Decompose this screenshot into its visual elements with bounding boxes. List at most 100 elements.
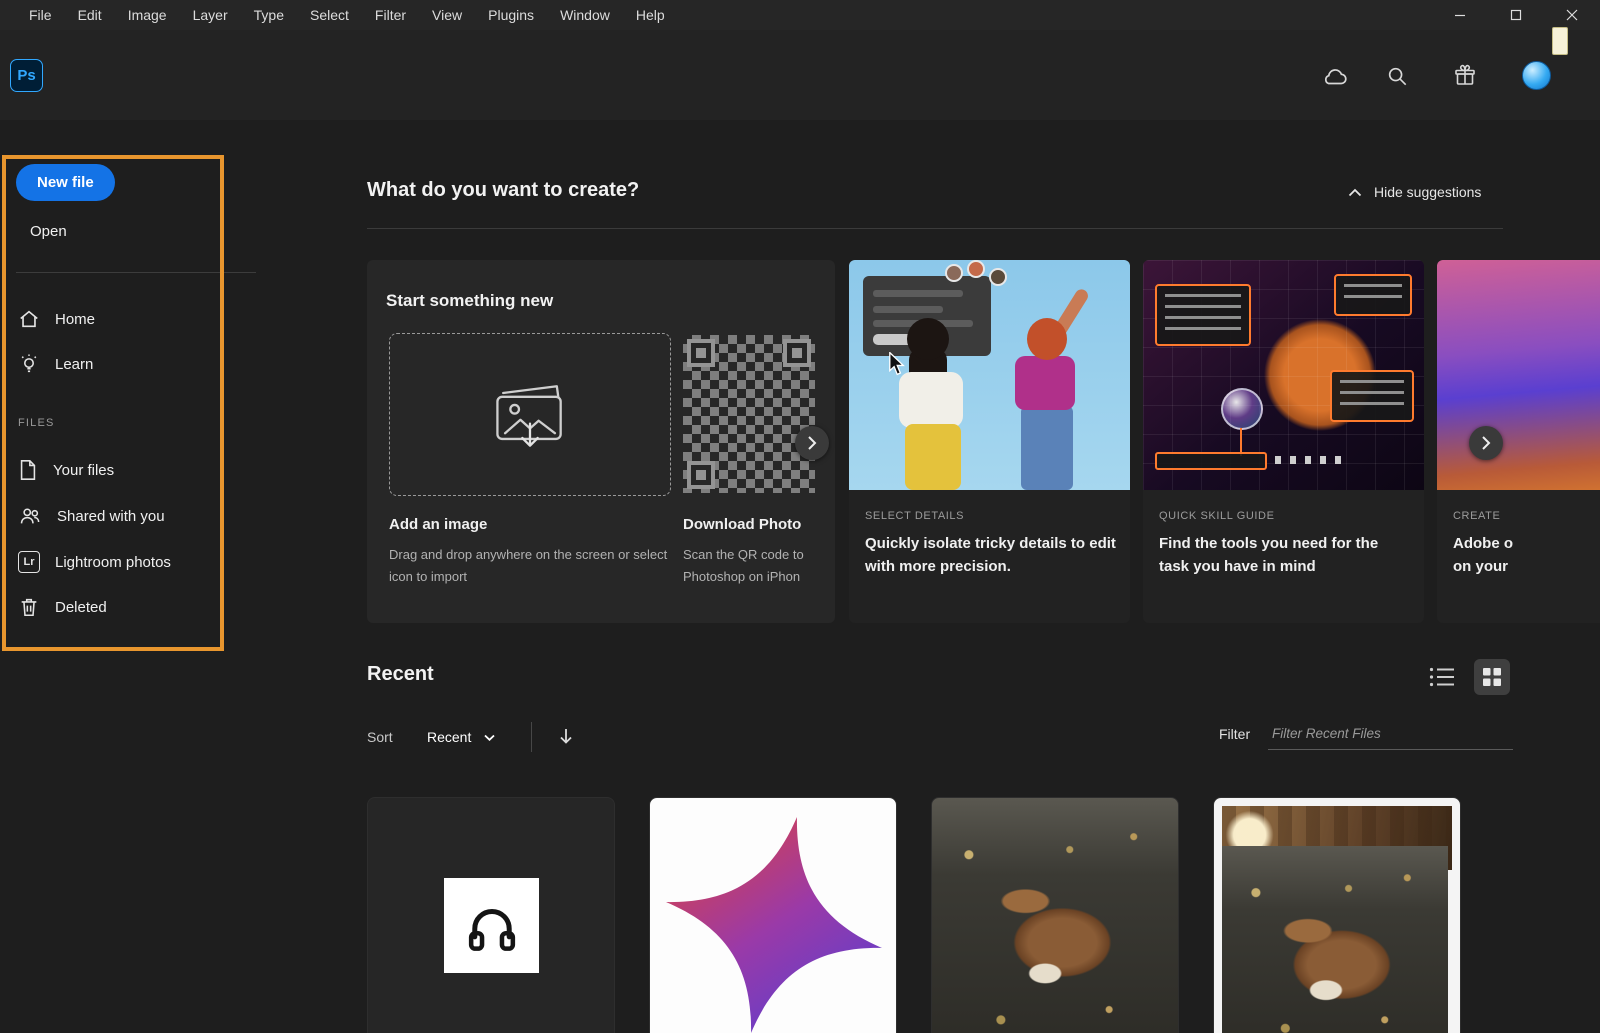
sort-label: Sort: [367, 729, 393, 745]
hide-suggestions-label: Hide suggestions: [1374, 184, 1481, 200]
file-icon: [18, 459, 38, 481]
menu-bar: File Edit Image Layer Type Select Filter…: [0, 0, 1600, 30]
files-section-label: FILES: [18, 417, 55, 429]
audio-thumbnail: [444, 878, 539, 973]
carousel-next-button-right[interactable]: [1469, 426, 1503, 460]
list-view-button[interactable]: [1429, 666, 1455, 690]
recent-file-tile-squirrel[interactable]: [931, 797, 1179, 1033]
open-button[interactable]: Open: [30, 223, 67, 240]
collage-squirrel-image: [1222, 846, 1448, 1033]
filter-recent-files-input[interactable]: [1268, 718, 1513, 750]
menu-plugins[interactable]: Plugins: [475, 0, 547, 30]
card-start-something-new: Start something new Add an image Drag an…: [367, 260, 835, 623]
gradient-star-thumbnail: [649, 797, 897, 1033]
sidebar-item-lightroom-photos[interactable]: Lr Lightroom photos: [18, 548, 171, 576]
download-desc-line2: Photoshop on iPhon: [683, 569, 800, 584]
card-eyebrow: SELECT DETAILS: [865, 510, 964, 522]
headphones-icon: [463, 897, 521, 955]
download-photoshop-description: Scan the QR code to Photoshop on iPhon: [683, 544, 833, 588]
add-image-description: Drag and drop anywhere on the screen or …: [389, 544, 681, 588]
qr-finder: [687, 461, 715, 489]
grid-icon: [1483, 668, 1501, 686]
recent-file-tile-star[interactable]: [649, 797, 897, 1033]
sidebar-item-label: Learn: [55, 356, 93, 373]
sort-value: Recent: [427, 729, 471, 745]
card-select-details[interactable]: SELECT DETAILS Quickly isolate tricky de…: [849, 260, 1130, 623]
sidebar-item-home[interactable]: Home: [18, 305, 95, 333]
card-quick-skill-guide[interactable]: QUICK SKILL GUIDE Find the tools you nee…: [1143, 260, 1424, 623]
recent-file-tile-collage[interactable]: [1213, 797, 1461, 1033]
recent-files-grid: [367, 797, 1461, 1033]
select-details-image: [849, 260, 1130, 490]
people-icon: [18, 505, 42, 527]
recent-file-tile-audio[interactable]: [367, 797, 615, 1033]
window-controls: [1432, 0, 1600, 30]
chevron-up-icon: [1348, 188, 1362, 197]
card-title: Quickly isolate tricky details to edit w…: [865, 532, 1117, 579]
card-title-line1: Adobe o: [1453, 535, 1513, 552]
card-title-line2: on your: [1453, 558, 1508, 575]
menu-view[interactable]: View: [419, 0, 475, 30]
add-image-dropzone[interactable]: [389, 333, 671, 496]
sidebar-item-label: Lightroom photos: [55, 554, 171, 571]
chevron-right-icon: [807, 435, 817, 451]
carousel-next-button[interactable]: [795, 426, 829, 460]
sort-dropdown[interactable]: Recent: [427, 729, 495, 745]
menu-select[interactable]: Select: [297, 0, 362, 30]
sidebar-divider: [16, 272, 256, 273]
menu-layer[interactable]: Layer: [180, 0, 241, 30]
arrow-down-icon: [558, 727, 574, 745]
hide-suggestions-button[interactable]: Hide suggestions: [1348, 184, 1481, 200]
cloud-sync-icon[interactable]: [1321, 62, 1349, 90]
maximize-button[interactable]: [1488, 0, 1544, 30]
menu-image[interactable]: Image: [115, 0, 180, 30]
new-file-button[interactable]: New file: [16, 164, 115, 201]
download-photoshop-title: Download Photo: [683, 516, 801, 533]
chevron-right-icon: [1481, 435, 1491, 451]
lightroom-icon: Lr: [18, 551, 40, 573]
sort-divider: [531, 722, 532, 752]
recent-title: Recent: [367, 663, 434, 686]
start-card-title: Start something new: [386, 291, 553, 311]
search-icon[interactable]: [1383, 62, 1411, 90]
menu-type[interactable]: Type: [241, 0, 297, 30]
filter-label: Filter: [1219, 726, 1250, 742]
sidebar-item-label: Shared with you: [57, 508, 165, 525]
sidebar-item-shared-with-you[interactable]: Shared with you: [18, 502, 165, 530]
photoshop-home-window: File Edit Image Layer Type Select Filter…: [0, 0, 1600, 1033]
qr-finder: [687, 339, 715, 367]
card-eyebrow: CREATE: [1453, 510, 1500, 522]
gift-whats-new-icon[interactable]: [1451, 62, 1479, 90]
menu-window[interactable]: Window: [547, 0, 623, 30]
app-header: [0, 30, 1600, 120]
panel-graphic: [1155, 284, 1251, 346]
chevron-down-icon: [484, 734, 495, 741]
photoshop-logo: Ps: [10, 59, 43, 92]
menu-help[interactable]: Help: [623, 0, 678, 30]
suggestions-title: What do you want to create?: [367, 179, 639, 202]
add-image-title: Add an image: [389, 516, 487, 533]
create-card-image: [1437, 260, 1600, 490]
sidebar-item-your-files[interactable]: Your files: [18, 456, 114, 484]
suggestions-divider: [367, 228, 1503, 229]
user-avatar[interactable]: [1522, 61, 1551, 90]
minimize-button[interactable]: [1432, 0, 1488, 30]
download-desc-line1: Scan the QR code to: [683, 547, 804, 562]
menu-filter[interactable]: Filter: [362, 0, 419, 30]
notification-chip-icon[interactable]: [1552, 27, 1568, 55]
close-button[interactable]: [1544, 0, 1600, 30]
menu-edit[interactable]: Edit: [65, 0, 115, 30]
panel-graphic: [1330, 370, 1414, 422]
sidebar-item-learn[interactable]: Learn: [18, 350, 93, 378]
sidebar-item-deleted[interactable]: Deleted: [18, 593, 107, 621]
grid-view-button[interactable]: [1474, 659, 1510, 695]
menu-file[interactable]: File: [16, 0, 65, 30]
sort-direction-button[interactable]: [558, 727, 576, 747]
panel-graphic: [1334, 274, 1412, 316]
bubble-graphic: [1221, 388, 1263, 430]
card-create-clipped[interactable]: CREATE Adobe o on your: [1437, 260, 1600, 623]
card-title: Adobe o on your: [1453, 532, 1600, 579]
card-eyebrow: QUICK SKILL GUIDE: [1159, 510, 1275, 522]
qr-code[interactable]: [683, 335, 815, 493]
add-image-icon: [484, 377, 576, 453]
